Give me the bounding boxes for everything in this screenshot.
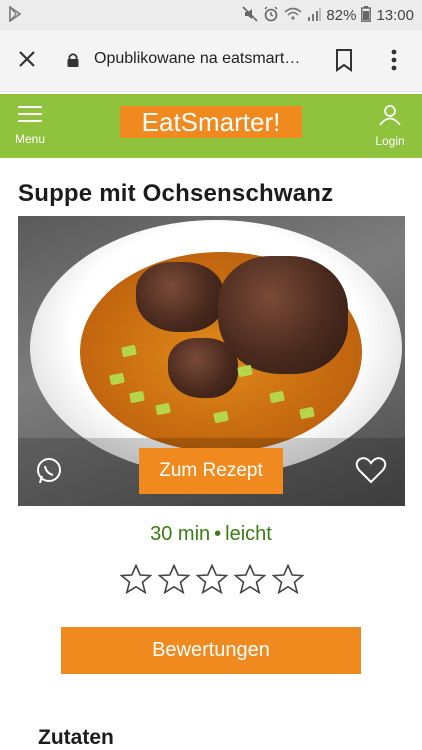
site-header: Menu EatSmarter! Login	[0, 94, 422, 158]
menu-button[interactable]: Menu	[10, 104, 50, 146]
star-icon[interactable]	[119, 563, 153, 600]
menu-label: Menu	[14, 132, 46, 146]
user-icon	[378, 105, 402, 130]
login-button[interactable]: Login	[368, 104, 412, 148]
recipe-image[interactable]: Zum Rezept	[18, 216, 405, 506]
go-to-recipe-button[interactable]: Zum Rezept	[139, 448, 283, 494]
oxtail-piece	[136, 262, 224, 332]
ratings-button[interactable]: Bewertungen	[61, 627, 361, 674]
difficulty: leicht	[225, 523, 272, 545]
ingredients-heading: Zutaten	[38, 726, 114, 749]
star-icon[interactable]	[157, 563, 191, 600]
oxtail-piece	[218, 256, 348, 374]
hamburger-icon	[17, 106, 43, 128]
star-icon[interactable]	[271, 563, 305, 600]
status-bar: 82% 13:00	[0, 0, 422, 30]
bookmark-icon[interactable]	[334, 48, 354, 77]
browser-toolbar: Opublikowane na eatsmart…	[0, 30, 422, 92]
status-icons: 82% 13:00	[242, 6, 414, 25]
lock-icon	[66, 52, 80, 73]
rating-stars[interactable]	[119, 563, 305, 600]
signal-icon	[307, 7, 322, 24]
recipe-meta: 30 min • leicht	[0, 523, 422, 546]
wifi-icon	[284, 7, 302, 24]
more-vert-icon[interactable]	[384, 46, 404, 79]
site-logo[interactable]: EatSmarter!	[120, 106, 302, 138]
url-text[interactable]: Opublikowane na eatsmart…	[94, 50, 312, 68]
star-icon[interactable]	[195, 563, 229, 600]
heart-icon[interactable]	[355, 456, 387, 489]
whatsapp-icon[interactable]	[34, 456, 64, 491]
oxtail-piece	[168, 338, 238, 398]
duration: 30 min	[150, 523, 211, 545]
login-label: Login	[375, 134, 405, 148]
mute-icon	[242, 6, 258, 25]
battery-percent: 82%	[326, 7, 357, 24]
star-icon[interactable]	[233, 563, 267, 600]
status-time: 13:00	[376, 7, 414, 24]
alarm-icon	[263, 6, 279, 25]
battery-icon	[361, 6, 372, 25]
close-icon[interactable]	[16, 48, 38, 75]
recipe-title: Suppe mit Ochsenschwanz	[18, 180, 334, 207]
play-store-icon	[8, 5, 22, 25]
separator: •	[214, 523, 222, 545]
